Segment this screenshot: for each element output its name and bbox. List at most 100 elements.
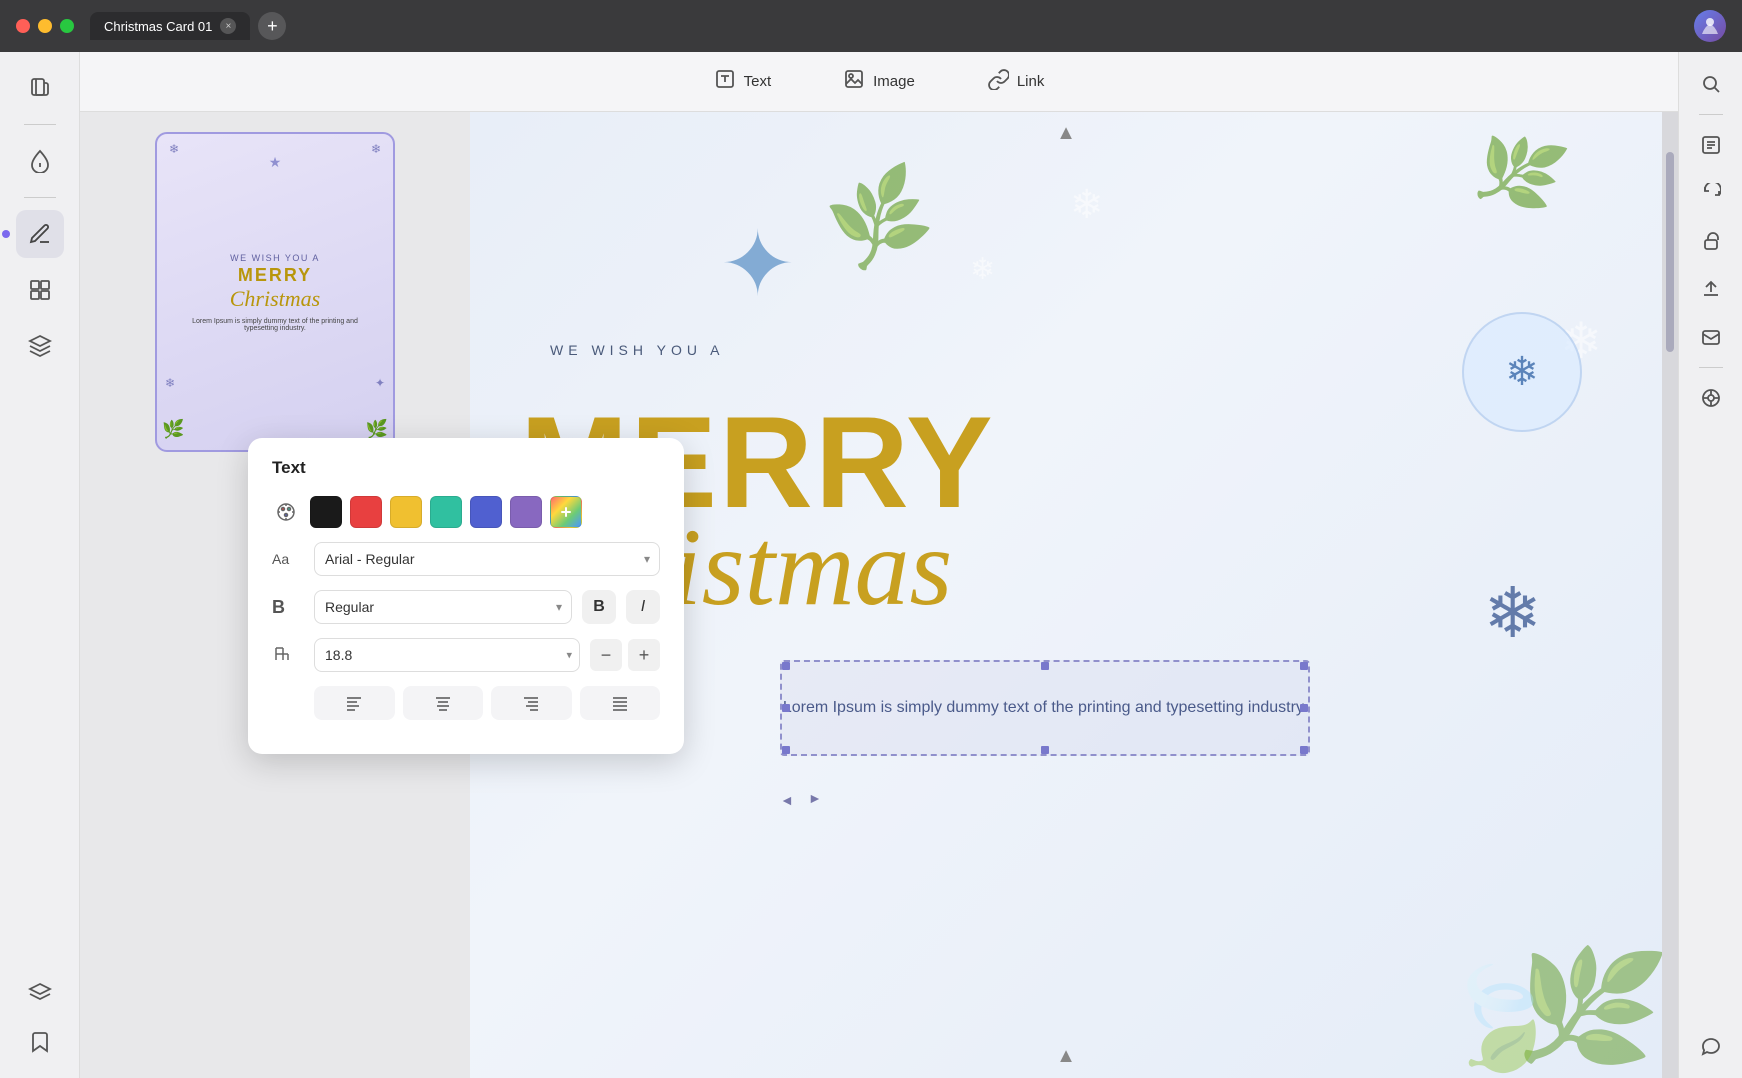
- align-left-button[interactable]: [314, 686, 395, 720]
- sidebar-item-pages[interactable]: [16, 64, 64, 112]
- right-icon-upload[interactable]: [1691, 269, 1731, 309]
- select-arrow-bl: ◄: [780, 792, 794, 808]
- thumb-merry-text: MERRY: [238, 265, 312, 286]
- weight-label: B: [272, 597, 304, 618]
- size-label: [272, 644, 304, 667]
- thumbnail-card[interactable]: ❄ ❄ ★ 🌿 🌿 ❄ ✦ WE WISH YOU A MERRY Christ…: [155, 132, 395, 452]
- sidebar-item-template[interactable]: [16, 266, 64, 314]
- align-center-button[interactable]: [403, 686, 484, 720]
- titlebar: Christmas Card 01 × +: [0, 0, 1742, 52]
- color-palette: [310, 496, 582, 528]
- tab-close-button[interactable]: ×: [220, 18, 236, 34]
- color-swatch-blue[interactable]: [470, 496, 502, 528]
- sidebar-divider-2: [24, 197, 56, 198]
- color-more-button[interactable]: [550, 496, 582, 528]
- canvas-scrollbar[interactable]: [1662, 112, 1678, 1078]
- top-toolbar: Text Image: [80, 52, 1678, 112]
- toolbar-link-label: Link: [1017, 73, 1045, 90]
- canvas-nav-down[interactable]: ▲: [1056, 1045, 1076, 1068]
- weight-select-wrapper: Regular Bold Light Medium ▾: [314, 590, 572, 624]
- ornament-snowflake: ❄: [1505, 349, 1539, 395]
- sidebar-divider-1: [24, 124, 56, 125]
- size-decrease-button[interactable]: −: [590, 639, 622, 671]
- size-row: ▾ − +: [272, 638, 660, 672]
- right-sidebar-bottom: [1691, 1026, 1731, 1066]
- right-icon-replace[interactable]: [1691, 173, 1731, 213]
- sidebar-item-edit[interactable]: [16, 210, 64, 258]
- italic-button[interactable]: I: [626, 590, 660, 624]
- thumb-wish-text: WE WISH YOU A: [230, 253, 320, 263]
- color-swatch-teal[interactable]: [430, 496, 462, 528]
- font-size-input[interactable]: [314, 638, 580, 672]
- color-swatch-yellow[interactable]: [390, 496, 422, 528]
- sidebar-item-layers[interactable]: [16, 322, 64, 370]
- sidebar-item-bookmark[interactable]: [16, 1018, 64, 1066]
- traffic-lights: [16, 19, 74, 33]
- color-swatch-black[interactable]: [310, 496, 342, 528]
- size-input-wrapper: ▾: [314, 638, 580, 672]
- align-right-button[interactable]: [491, 686, 572, 720]
- right-divider-2: [1699, 367, 1723, 368]
- handle-bl[interactable]: [782, 746, 790, 754]
- palette-icon[interactable]: [272, 498, 300, 526]
- right-icon-ocr[interactable]: [1691, 125, 1731, 165]
- deco-star-big: ✦: [720, 212, 795, 317]
- handle-mr[interactable]: [1300, 704, 1308, 712]
- right-divider-1: [1699, 114, 1723, 115]
- deco-leaf-top-right: 🌿: [1463, 120, 1573, 227]
- thumb-lorem-text: Lorem Ipsum is simply dummy text of the …: [157, 318, 393, 332]
- right-icon-search[interactable]: [1691, 64, 1731, 104]
- lorem-text: Lorem Ipsum is simply dummy text of the …: [783, 696, 1307, 720]
- toolbar-link-button[interactable]: Link: [971, 60, 1061, 103]
- tab-label: Christmas Card 01: [104, 19, 212, 34]
- avatar[interactable]: [1694, 10, 1726, 42]
- color-row: [272, 496, 660, 528]
- minimize-button[interactable]: [38, 19, 52, 33]
- align-justify-button[interactable]: [580, 686, 661, 720]
- right-icon-chat[interactable]: [1691, 1026, 1731, 1066]
- right-sidebar: [1678, 52, 1742, 1078]
- maximize-button[interactable]: [60, 19, 74, 33]
- right-icon-lock[interactable]: [1691, 221, 1731, 261]
- deco-ornament: ❄: [1462, 312, 1582, 432]
- link-toolbar-icon: [987, 68, 1009, 95]
- toolbar-text-button[interactable]: Text: [698, 60, 788, 103]
- handle-br[interactable]: [1300, 746, 1308, 754]
- deco-snowflake-2: ❄: [970, 252, 995, 287]
- tab-bar: Christmas Card 01 × +: [90, 12, 286, 40]
- right-icon-save[interactable]: [1691, 378, 1731, 418]
- handle-ml[interactable]: [782, 704, 790, 712]
- thumb-deco-6: ❄: [165, 376, 175, 390]
- sidebar-bottom: [16, 970, 64, 1066]
- deco-leaf-bottom-right2: 🍃: [1428, 951, 1571, 1078]
- select-arrow-br: ◄: [808, 792, 822, 808]
- canvas-nav-up[interactable]: ▲: [1056, 122, 1076, 145]
- sidebar-item-brush[interactable]: [16, 137, 64, 185]
- weight-select[interactable]: Regular Bold Light Medium: [314, 590, 572, 624]
- panel-title: Text: [272, 458, 660, 478]
- scrollbar-thumb[interactable]: [1666, 152, 1674, 352]
- color-swatch-red[interactable]: [350, 496, 382, 528]
- thumb-deco-4: 🌿: [162, 419, 184, 440]
- thumb-deco-2: ❄: [371, 142, 381, 156]
- toolbar-image-button[interactable]: Image: [827, 60, 931, 103]
- tab-christmas-card[interactable]: Christmas Card 01 ×: [90, 12, 250, 40]
- right-icon-mail[interactable]: [1691, 317, 1731, 357]
- align-buttons: [314, 686, 660, 720]
- lorem-text-selection[interactable]: Lorem Ipsum is simply dummy text of the …: [780, 660, 1310, 756]
- toolbar-image-label: Image: [873, 73, 915, 90]
- handle-tm[interactable]: [1041, 662, 1049, 670]
- font-select[interactable]: Arial - Regular Arial - Bold Georgia - R…: [314, 542, 660, 576]
- text-toolbar-icon: [714, 68, 736, 95]
- new-tab-button[interactable]: +: [258, 12, 286, 40]
- sidebar-item-stacks[interactable]: [16, 970, 64, 1018]
- handle-tl[interactable]: [782, 662, 790, 670]
- size-increase-button[interactable]: +: [628, 639, 660, 671]
- bold-button[interactable]: B: [582, 590, 616, 624]
- handle-tr[interactable]: [1300, 662, 1308, 670]
- thumb-christmas-text: Christmas: [230, 286, 320, 312]
- handle-bm[interactable]: [1041, 746, 1049, 754]
- align-row: [272, 686, 660, 720]
- close-button[interactable]: [16, 19, 30, 33]
- color-swatch-purple[interactable]: [510, 496, 542, 528]
